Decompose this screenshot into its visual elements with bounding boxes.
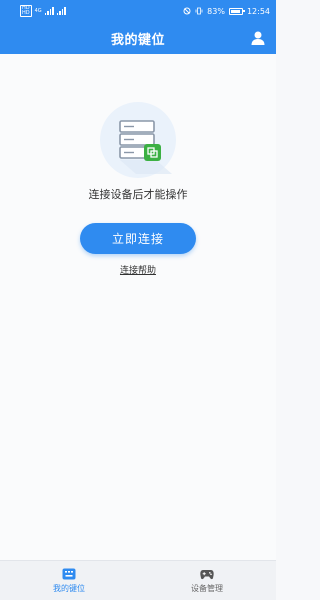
app-header: 我的键位 bbox=[0, 22, 276, 54]
vibrate-icon bbox=[195, 7, 203, 15]
hd-label-bottom: HD bbox=[22, 10, 30, 16]
tab-my-keys-label: 我的键位 bbox=[53, 583, 85, 593]
battery-percent: 83% bbox=[207, 6, 225, 16]
alarm-icon bbox=[183, 7, 191, 15]
system-indicators: 83% 12:54 bbox=[183, 7, 270, 16]
signal-icon-2 bbox=[56, 7, 66, 15]
tab-device-management[interactable]: 设备管理 bbox=[138, 561, 276, 600]
keyboard-icon bbox=[62, 568, 76, 579]
clock: 12:54 bbox=[246, 6, 270, 16]
bottom-tab-bar: 我的键位 设备管理 bbox=[0, 560, 276, 600]
page-title: 我的键位 bbox=[110, 32, 165, 48]
signal-icon bbox=[44, 7, 54, 15]
connect-help-link[interactable]: 连接帮助 bbox=[0, 263, 276, 276]
connect-hint-text: 连接设备后才能操作 bbox=[88, 188, 188, 201]
network-indicators: HD HD 4G bbox=[20, 5, 66, 17]
main-content: 连接设备后才能操作 立即连接 连接帮助 bbox=[0, 54, 276, 560]
gamepad-icon bbox=[200, 569, 214, 579]
tab-my-keys[interactable]: 我的键位 bbox=[0, 561, 138, 600]
user-icon[interactable] bbox=[250, 30, 266, 46]
tab-device-management-label: 设备管理 bbox=[191, 583, 223, 593]
lte-label: 4G bbox=[34, 8, 42, 14]
battery-icon bbox=[228, 7, 245, 15]
connect-now-button[interactable]: 立即连接 bbox=[80, 223, 196, 254]
status-bar: HD HD 4G 83% 12:54 bbox=[0, 0, 276, 22]
device-server-icon bbox=[100, 102, 176, 178]
hd-badge: HD HD bbox=[20, 5, 32, 17]
